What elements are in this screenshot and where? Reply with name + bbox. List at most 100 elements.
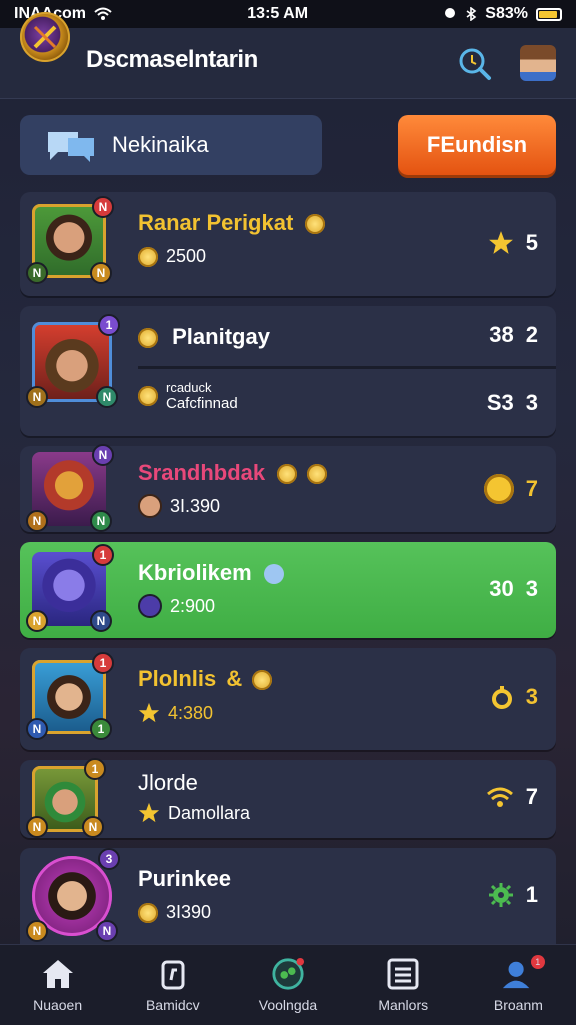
class-badge: N xyxy=(26,920,48,942)
notification-badge: 1 xyxy=(530,955,545,969)
player-score: Damollara xyxy=(138,802,250,824)
player-name: Jlorde xyxy=(138,770,198,795)
player-score: 3I390 xyxy=(138,902,211,923)
player-name: Ranar Perigkat xyxy=(138,210,326,236)
player-score: 3I.390 xyxy=(138,494,220,518)
tab-left-label: Nekinaika xyxy=(112,132,209,157)
play-icon xyxy=(272,957,305,990)
class-badge: N xyxy=(26,510,48,532)
level-badge: N xyxy=(96,386,118,408)
nav-home-label: Nuaoen xyxy=(33,997,83,1013)
nav-play[interactable]: Voolngda xyxy=(230,945,345,1025)
player-score: 2500 xyxy=(138,246,206,267)
player-score: 2:900 xyxy=(138,594,215,618)
row-divider xyxy=(138,366,556,369)
rank-badge: 3 xyxy=(98,848,120,870)
home-icon xyxy=(42,960,73,988)
level-badge: N xyxy=(96,920,118,942)
controller-icon xyxy=(161,960,185,990)
verified-icon xyxy=(263,564,284,585)
coin-icon xyxy=(138,386,158,406)
rank-value: 3 xyxy=(490,684,538,710)
list-item-selected[interactable]: 1 N N Kbriolikem 2:900 30 3 xyxy=(20,542,556,638)
gear-icon xyxy=(488,883,513,907)
list-item[interactable]: N N N Srandhbdak 3I.390 7 xyxy=(20,444,556,532)
rank-value: 7 xyxy=(486,784,538,810)
player-portrait: 1 1 N xyxy=(26,652,114,740)
coin-icon xyxy=(307,464,328,485)
shield-emblem-icon[interactable] xyxy=(20,12,70,62)
status-bar: INAAcom 13:5 AM S83% xyxy=(0,0,576,28)
chat-bubble-icon xyxy=(48,132,94,162)
player-name: Kbriolikem xyxy=(138,560,284,586)
class-badge: N xyxy=(26,386,48,408)
bluetooth-icon xyxy=(466,7,477,21)
star-icon xyxy=(488,231,513,254)
nav-play-label: Voolngda xyxy=(258,997,318,1013)
mini-avatar xyxy=(138,594,162,618)
user-avatar[interactable] xyxy=(520,45,556,81)
list-item[interactable]: 1 1 N Plolnlis & 4:380 3 xyxy=(20,648,556,750)
coin-icon xyxy=(138,328,158,349)
list-icon xyxy=(387,958,419,990)
battery-percent: S83% xyxy=(485,5,528,22)
level-badge: N xyxy=(82,816,104,838)
nav-games-label: Bamidcv xyxy=(145,997,200,1013)
search-icon xyxy=(459,48,491,80)
nav-missions-label: Manlors xyxy=(378,997,429,1013)
player-portrait: N N N xyxy=(26,196,114,284)
player-portrait: 1 N N xyxy=(26,544,114,632)
rank-value: 1 xyxy=(488,882,538,908)
rank-badge: 1 xyxy=(92,652,114,674)
tab-right-button[interactable]: FEundisn xyxy=(398,115,556,175)
search-button[interactable] xyxy=(456,45,492,81)
app-title: Dscmaselntarin xyxy=(86,46,258,73)
list-item[interactable]: 1 N N Planitgay rcaduck Cafcfinnad 38 2 … xyxy=(20,306,556,436)
wifi-icon xyxy=(486,787,513,807)
clock: 13:5 AM xyxy=(247,5,309,22)
player-name: Plolnlis & xyxy=(138,666,273,692)
nav-home[interactable]: Nuaoen xyxy=(0,945,115,1025)
rank-badge: 1 xyxy=(92,544,114,566)
class-badge: N xyxy=(26,816,48,838)
wifi-icon xyxy=(94,7,112,20)
player-score: 4:380 xyxy=(138,702,213,724)
level-badge: N xyxy=(90,262,112,284)
location-icon xyxy=(445,8,456,18)
tab-left[interactable]: Nekinaika xyxy=(20,115,322,175)
class-badge: N xyxy=(26,262,48,284)
coin-icon xyxy=(138,246,158,267)
nav-profile[interactable]: 1 Broanm xyxy=(461,945,576,1025)
class-badge: N xyxy=(26,610,48,632)
rank-value-secondary: S3 3 xyxy=(486,390,538,415)
rank-value: 38 2 xyxy=(489,322,538,347)
rank-badge: 1 xyxy=(84,758,106,780)
player-name: Purinkee xyxy=(138,866,231,891)
star-icon xyxy=(138,702,160,723)
player-portrait: 1 N N xyxy=(26,314,120,408)
star-icon xyxy=(138,802,160,823)
list-item[interactable]: 1 N N Jlorde Damollara 7 xyxy=(20,758,556,838)
player-name: Srandhbdak xyxy=(138,460,328,486)
nav-games[interactable]: Bamidcv xyxy=(115,945,230,1025)
class-badge: N xyxy=(26,718,48,740)
list-item[interactable]: N N N Ranar Perigkat 2500 5 xyxy=(20,192,556,296)
medal-icon xyxy=(483,474,514,504)
nav-profile-label: Broanm xyxy=(493,997,543,1013)
coin-icon xyxy=(138,902,158,923)
rank-badge: N xyxy=(92,444,114,466)
level-badge: 1 xyxy=(90,718,112,740)
rank-value: 30 3 xyxy=(489,576,538,601)
player-portrait: 3 N N xyxy=(26,848,120,942)
player-portrait: 1 N N xyxy=(26,758,106,838)
coin-icon xyxy=(277,464,298,485)
level-badge: N xyxy=(90,610,112,632)
bottom-nav: Nuaoen Bamidcv Voolngda Manlors 1 Broanm xyxy=(0,944,576,1025)
player-portrait: N N N xyxy=(26,444,114,532)
list-item[interactable]: 3 N N Purinkee 3I390 1 xyxy=(20,848,556,944)
rank-badge: N xyxy=(92,196,114,218)
trophy-icon xyxy=(491,686,512,709)
nav-missions[interactable]: Manlors xyxy=(346,945,461,1025)
level-badge: N xyxy=(90,510,112,532)
player-score: rcaduck Cafcfinnad xyxy=(138,380,238,412)
